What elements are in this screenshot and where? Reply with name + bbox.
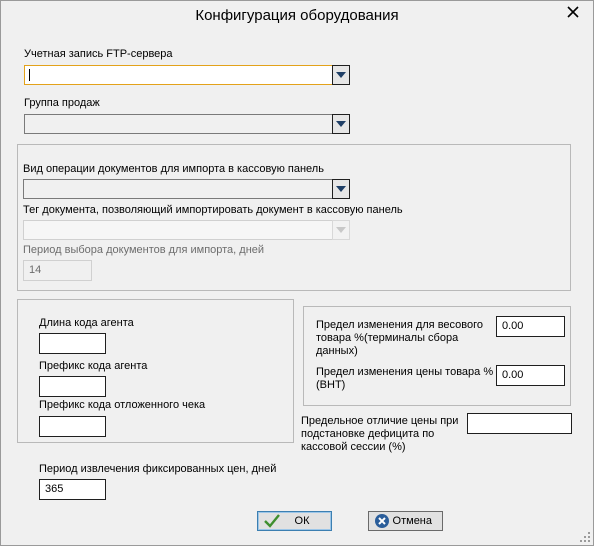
- fixed-prices-period-input[interactable]: 365: [39, 479, 106, 500]
- title-bar: Конфигурация оборудования: [1, 1, 593, 31]
- ftp-account-combo[interactable]: [24, 65, 350, 85]
- agent-prefix-label: Префикс кода агента: [39, 360, 148, 372]
- text-caret: [29, 69, 30, 81]
- chevron-down-icon: [336, 186, 346, 192]
- import-period-label: Период выбора документов для импорта, дн…: [23, 244, 265, 256]
- configuration-dialog: Конфигурация оборудования Учетная запись…: [0, 0, 594, 546]
- close-button[interactable]: [554, 1, 591, 23]
- weight-limit-input[interactable]: 0.00: [496, 316, 565, 337]
- ok-button-label: ОК: [294, 515, 310, 527]
- sales-group-combo[interactable]: [24, 114, 350, 134]
- price-limit-label: Предел изменения цены товара %(ВНТ): [316, 366, 494, 391]
- agent-prefix-input[interactable]: [39, 376, 106, 397]
- agent-code-length-label: Длина кода агента: [39, 317, 134, 329]
- sales-group-label: Группа продаж: [24, 97, 100, 109]
- import-period-input[interactable]: 14: [23, 260, 92, 281]
- deficit-price-diff-input[interactable]: [467, 413, 572, 434]
- weight-limit-label: Предел изменения для весового товара %(т…: [316, 319, 483, 357]
- window-title: Конфигурация оборудования: [195, 7, 399, 24]
- doc-operation-label: Вид операции документов для импорта в ка…: [23, 163, 324, 175]
- deficit-price-diff-label: Предельное отличие цены при подстановке …: [301, 415, 459, 453]
- close-icon: [566, 6, 579, 18]
- deferred-check-prefix-input[interactable]: [39, 416, 106, 437]
- price-limit-input[interactable]: 0.00: [496, 365, 565, 386]
- doc-tag-label: Тег документа, позволяющий импортировать…: [23, 204, 403, 216]
- doc-tag-combo[interactable]: [23, 220, 350, 240]
- ftp-account-label: Учетная запись FTP-сервера: [24, 48, 173, 60]
- chevron-down-icon: [336, 227, 346, 233]
- checkmark-icon: [264, 514, 280, 528]
- chevron-down-icon: [336, 121, 346, 127]
- cancel-button-label: Отмена: [392, 515, 432, 527]
- resize-grip-icon[interactable]: [580, 532, 590, 542]
- sales-group-dropdown-button[interactable]: [332, 114, 350, 134]
- ok-button[interactable]: ОК: [257, 511, 332, 531]
- doc-operation-dropdown-button[interactable]: [332, 179, 350, 199]
- chevron-down-icon: [336, 72, 346, 78]
- agent-code-length-input[interactable]: [39, 333, 106, 354]
- ftp-account-dropdown-button[interactable]: [332, 65, 350, 85]
- doc-operation-combo[interactable]: [23, 179, 350, 199]
- cancel-button[interactable]: Отмена: [368, 511, 443, 531]
- cancel-icon: [375, 514, 390, 528]
- doc-tag-dropdown-button[interactable]: [332, 220, 350, 240]
- fixed-prices-period-label: Период извлечения фиксированных цен, дне…: [39, 463, 277, 475]
- deferred-check-prefix-label: Префикс кода отложенного чека: [39, 399, 206, 411]
